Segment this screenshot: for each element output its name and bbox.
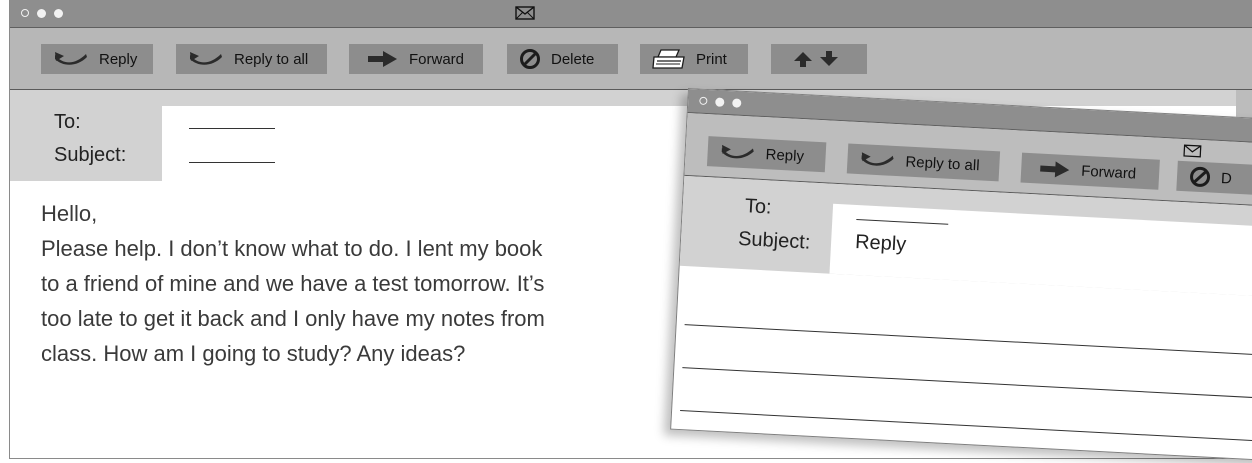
reply-all-arrow-icon <box>861 152 894 166</box>
reply-all-arrow-icon <box>190 52 222 65</box>
window-zoom-dot-icon[interactable] <box>54 9 63 18</box>
subject-label: Subject: <box>737 227 811 254</box>
toolbar: Reply Reply to all Forward Delete Print <box>10 28 1252 90</box>
reply-window-close-dot-icon[interactable] <box>699 96 708 106</box>
forward-button[interactable]: Forward <box>1020 152 1160 190</box>
to-field[interactable] <box>856 218 949 225</box>
window-close-dot-icon[interactable] <box>21 9 29 17</box>
printer-icon <box>652 49 685 69</box>
reply-label: Reply <box>765 145 805 165</box>
envelope-icon <box>1183 144 1202 163</box>
message-line: to a friend of mine and we have a test t… <box>41 271 545 296</box>
title-bar <box>10 0 1252 28</box>
reply-all-label: Reply to all <box>905 152 980 174</box>
forward-arrow-icon <box>368 51 397 67</box>
delete-label: D <box>1220 169 1233 188</box>
compose-line[interactable] <box>682 367 1252 401</box>
reply-button[interactable]: Reply <box>706 136 827 173</box>
reply-window: Reply Reply to all Forward D To: Subject… <box>670 88 1252 463</box>
message-line: Hello, <box>41 201 98 226</box>
delete-button[interactable]: D <box>1176 160 1252 196</box>
navigate-messages-button[interactable] <box>771 44 867 74</box>
delete-icon <box>1190 166 1211 187</box>
reply-window-zoom-dot-icon[interactable] <box>732 98 742 108</box>
reply-arrow-icon <box>721 144 754 159</box>
forward-label: Forward <box>409 50 465 68</box>
reply-all-button[interactable]: Reply to all <box>846 143 1001 182</box>
forward-button[interactable]: Forward <box>349 44 483 74</box>
delete-button[interactable]: Delete <box>507 44 618 74</box>
reply-all-label: Reply to all <box>234 50 309 68</box>
to-field[interactable] <box>189 128 275 129</box>
print-label: Print <box>696 50 727 68</box>
print-button[interactable]: Print <box>640 44 748 74</box>
subject-field[interactable] <box>189 162 275 163</box>
reply-window-minimize-dot-icon[interactable] <box>715 97 725 107</box>
reply-all-button[interactable]: Reply to all <box>176 44 327 74</box>
reply-address-fields: Reply <box>829 203 1252 300</box>
delete-icon <box>520 49 540 69</box>
delete-label: Delete <box>551 50 595 68</box>
compose-line[interactable] <box>684 324 1252 358</box>
message-line: too late to get it back and I only have … <box>41 306 545 331</box>
reply-button[interactable]: Reply <box>41 44 153 74</box>
subject-value[interactable]: Reply <box>855 231 907 257</box>
forward-label: Forward <box>1080 162 1137 183</box>
subject-label: Subject: <box>54 144 127 166</box>
forward-arrow-icon <box>1040 161 1070 178</box>
to-label: To: <box>54 111 81 133</box>
reply-label: Reply <box>99 50 138 68</box>
message-line: Please help. I don’t know what to do. I … <box>41 236 543 261</box>
window-minimize-dot-icon[interactable] <box>37 9 46 18</box>
reply-arrow-icon <box>55 52 87 65</box>
message-body: Hello, Please help. I don’t know what to… <box>41 196 681 371</box>
down-arrow-icon[interactable] <box>819 50 839 68</box>
up-arrow-icon[interactable] <box>793 50 813 68</box>
message-line: class. How am I going to study? Any idea… <box>41 341 466 366</box>
to-label: To: <box>744 195 773 219</box>
envelope-icon <box>515 6 535 25</box>
